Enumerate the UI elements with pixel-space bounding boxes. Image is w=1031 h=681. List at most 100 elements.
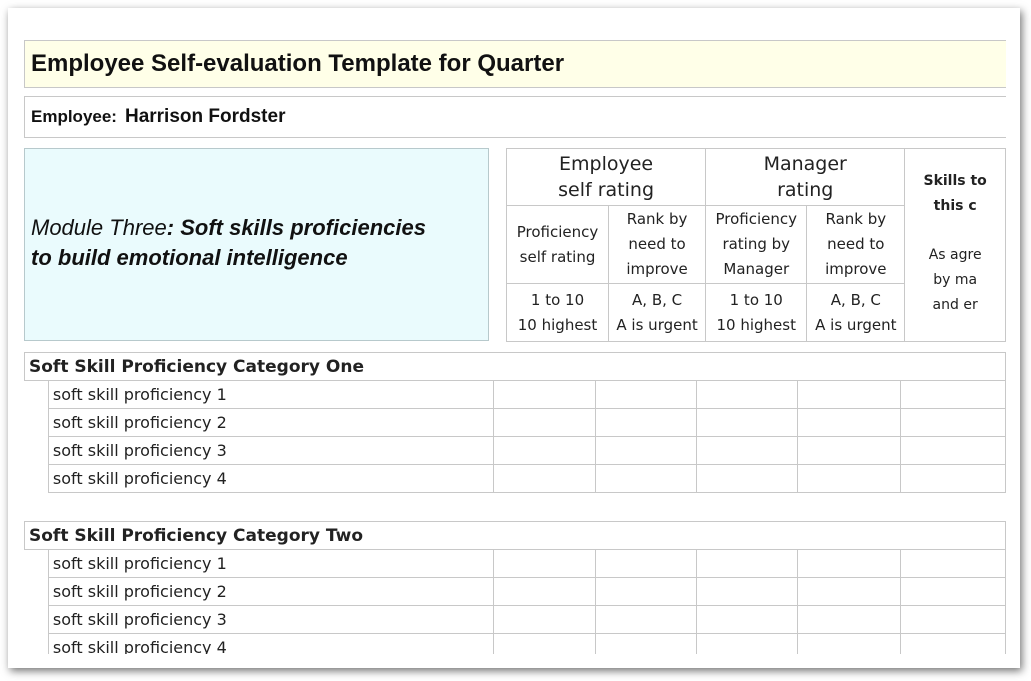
module-separator: : (166, 215, 175, 240)
manager-rank-cell[interactable] (797, 633, 901, 654)
manager-rating-cell[interactable] (696, 549, 799, 578)
self-rank-cell[interactable] (594, 549, 698, 578)
skill-label: soft skill proficiency 2 (47, 408, 494, 437)
category-one-table: Soft Skill Proficiency Category One soft… (24, 352, 1006, 493)
table-row: soft skill proficiency 2 (24, 577, 1006, 606)
table-row: soft skill proficiency 3 (24, 605, 1006, 634)
scale-line: A is urgent (616, 315, 698, 334)
scale-line: 10 highest (517, 315, 598, 334)
scale-line: 1 to 10 (729, 290, 783, 309)
scale-rank-manager: A, B, C A is urgent (806, 283, 906, 342)
indent-cell (24, 577, 49, 606)
col-proficiency-self-rating: Proficiency self rating (505, 205, 610, 284)
self-rating-cell[interactable] (492, 549, 596, 578)
self-rating-cell[interactable] (492, 605, 596, 634)
scale-self-rating: 1 to 10 10 highest (505, 283, 610, 342)
indent-cell (24, 633, 49, 654)
self-rank-cell[interactable] (594, 577, 698, 606)
category-header: Soft Skill Proficiency Category One (24, 352, 1006, 381)
manager-rating-cell[interactable] (696, 380, 799, 409)
category-two-table: Soft Skill Proficiency Category Two soft… (24, 521, 1006, 654)
sub-line: Rank by (825, 210, 887, 228)
group-line: self rating (558, 179, 655, 201)
sub-line: rating by (722, 235, 791, 253)
scale-manager-rating: 1 to 10 10 highest (705, 283, 808, 342)
skills-cell[interactable] (899, 577, 1006, 606)
indent-cell (24, 464, 49, 493)
manager-rating-group: Manager rating (705, 148, 906, 206)
self-rating-cell[interactable] (492, 436, 596, 465)
group-line: Manager (763, 153, 847, 175)
self-rating-cell[interactable] (492, 633, 596, 654)
manager-rating-cell[interactable] (696, 605, 799, 634)
manager-rank-cell[interactable] (797, 464, 901, 493)
skills-cell[interactable] (899, 408, 1006, 437)
table-row: soft skill proficiency 4 (24, 464, 1006, 493)
skills-line: Skills to (923, 173, 987, 189)
skills-line: this c (933, 198, 977, 214)
skills-cell[interactable] (899, 633, 1006, 654)
manager-rating-cell[interactable] (696, 577, 799, 606)
skills-line: by ma (933, 272, 978, 288)
skills-cell[interactable] (899, 436, 1006, 465)
sub-line: need to (827, 235, 885, 253)
rating-header-table: Employee self rating Manager rating Skil… (505, 148, 1006, 342)
table-row: soft skill proficiency 2 (24, 408, 1006, 437)
skills-cell[interactable] (899, 464, 1006, 493)
self-rank-cell[interactable] (594, 436, 698, 465)
manager-rank-cell[interactable] (797, 380, 901, 409)
self-rating-cell[interactable] (492, 380, 596, 409)
manager-rating-cell[interactable] (696, 436, 799, 465)
self-rank-cell[interactable] (594, 605, 698, 634)
self-rank-cell[interactable] (594, 464, 698, 493)
indent-cell (24, 436, 49, 465)
self-rating-cell[interactable] (492, 577, 596, 606)
scale-line: A, B, C (632, 290, 683, 309)
module-desc-line1: Soft skills proficiencies (180, 215, 426, 240)
module-name: Module Three (31, 215, 167, 240)
visible-area: Employee Self-evaluation Template for Qu… (8, 8, 1006, 654)
module-title-box: Module Three: Soft skills proficiencies … (24, 148, 489, 341)
manager-rating-cell[interactable] (696, 408, 799, 437)
self-rank-cell[interactable] (594, 633, 698, 654)
self-rating-cell[interactable] (492, 408, 596, 437)
sub-line: self rating (519, 247, 596, 266)
skill-label: soft skill proficiency 4 (47, 464, 494, 493)
table-row: soft skill proficiency 3 (24, 436, 1006, 465)
manager-rating-cell[interactable] (696, 464, 799, 493)
skill-label: soft skill proficiency 2 (47, 577, 494, 606)
manager-rank-cell[interactable] (797, 436, 901, 465)
document-title: Employee Self-evaluation Template for Qu… (24, 40, 1006, 88)
sub-line: improve (626, 260, 688, 278)
sub-line: improve (825, 260, 887, 278)
skills-cell[interactable] (899, 549, 1006, 578)
skills-cell[interactable] (899, 605, 1006, 634)
col-rank-need-to-improve-manager: Rank by need to improve (806, 205, 906, 284)
module-desc-line2: to build emotional intelligence (31, 245, 348, 270)
skill-label: soft skill proficiency 1 (47, 549, 494, 578)
group-line: rating (777, 179, 834, 201)
scale-line: 10 highest (716, 315, 796, 334)
manager-rank-cell[interactable] (797, 605, 901, 634)
manager-rank-cell[interactable] (797, 408, 901, 437)
skills-line: and er (932, 297, 978, 313)
sub-line: Proficiency (516, 222, 599, 241)
scale-rank-self: A, B, C A is urgent (608, 283, 707, 342)
self-rank-cell[interactable] (594, 408, 698, 437)
manager-rating-cell[interactable] (696, 633, 799, 654)
skills-cell[interactable] (899, 380, 1006, 409)
scale-line: A is urgent (815, 315, 897, 334)
employee-name: Harrison Fordster (124, 106, 286, 127)
manager-rank-cell[interactable] (797, 577, 901, 606)
self-rating-cell[interactable] (492, 464, 596, 493)
spreadsheet-page: Employee Self-evaluation Template for Qu… (8, 8, 1020, 668)
manager-rank-cell[interactable] (797, 549, 901, 578)
sub-line: Rank by (626, 210, 688, 228)
col-proficiency-rating-manager: Proficiency rating by Manager (705, 205, 808, 284)
skill-label: soft skill proficiency 4 (47, 633, 494, 654)
category-header: Soft Skill Proficiency Category Two (24, 521, 1006, 550)
employee-row: Employee: Harrison Fordster (24, 96, 1006, 138)
table-row: soft skill proficiency 1 (24, 549, 1006, 578)
sub-line: need to (628, 235, 686, 253)
self-rank-cell[interactable] (594, 380, 698, 409)
